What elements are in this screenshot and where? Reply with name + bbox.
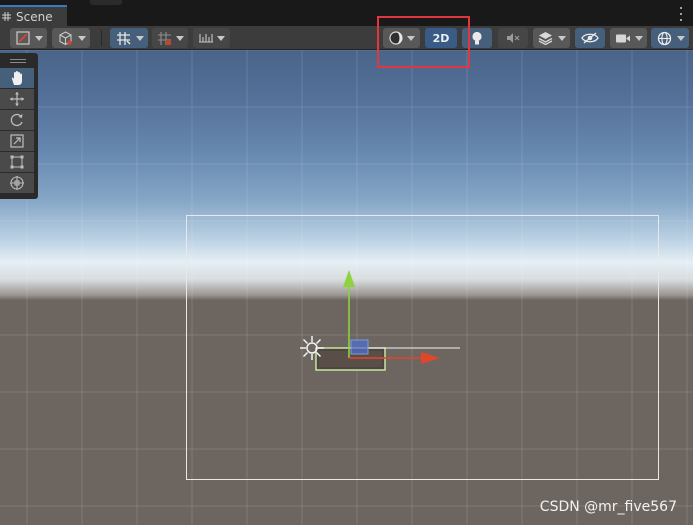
speaker-muted-icon — [507, 33, 520, 43]
ruler-icon — [198, 34, 213, 43]
cube-icon — [58, 30, 72, 45]
grid-snap-icon — [116, 31, 130, 45]
rotate-tool[interactable] — [0, 110, 34, 130]
layers-icon — [538, 32, 553, 45]
rotate-icon — [10, 113, 23, 127]
lightbulb-icon — [472, 31, 482, 44]
shading-dropdown-icon[interactable] — [405, 28, 417, 48]
scene-viewport[interactable]: CSDN @mr_five567 — [0, 50, 693, 525]
audio-toggle-button[interactable] — [498, 28, 528, 48]
watermark-text: CSDN @mr_five567 — [539, 499, 677, 515]
tools-overlay — [0, 53, 38, 199]
move-tool[interactable] — [0, 89, 34, 109]
move-arrows-icon — [10, 92, 24, 106]
snap-icon — [157, 31, 171, 45]
draw-mode-icon — [15, 31, 30, 45]
draw-mode-dropdown-icon[interactable] — [33, 28, 45, 48]
toolbar-divider — [101, 30, 102, 46]
rect-icon — [10, 155, 24, 169]
hand-icon — [11, 71, 22, 85]
eye-crossed-icon — [581, 32, 599, 44]
scale-icon — [10, 134, 24, 148]
globe-icon — [657, 31, 671, 45]
hand-tool[interactable] — [0, 68, 34, 88]
transform-gizmo[interactable] — [0, 50, 693, 525]
render-pipeline-dropdown-icon[interactable] — [76, 28, 88, 48]
2d-mode-button[interactable]: 2D — [425, 28, 457, 48]
tools-grip-handle[interactable] — [0, 55, 36, 67]
camera-icon — [615, 34, 630, 42]
snap-dropdown-icon[interactable] — [174, 28, 186, 48]
gizmos-dropdown-icon[interactable] — [675, 28, 687, 48]
ruler-dropdown-icon[interactable] — [215, 28, 227, 48]
rect-tool[interactable] — [0, 152, 34, 172]
light-gizmo-icon — [300, 336, 324, 360]
window-menu-icon[interactable] — [679, 7, 683, 21]
tab-scene[interactable]: Scene — [0, 5, 67, 26]
visibility-button[interactable] — [575, 28, 605, 48]
unity-scene-window: Scene 2D CSDN @mr_five567 — [0, 0, 693, 525]
tab-label: Scene — [16, 9, 53, 24]
scene-grid-icon — [2, 12, 11, 21]
scale-tool[interactable] — [0, 131, 34, 151]
transform-tool[interactable] — [0, 173, 34, 193]
effects-dropdown-icon[interactable] — [556, 28, 568, 48]
scene-toolbar: 2D — [0, 26, 693, 50]
lighting-toggle-button[interactable] — [462, 28, 492, 48]
shading-sphere-icon — [388, 31, 403, 45]
grid-dropdown-icon[interactable] — [134, 28, 146, 48]
transform-icon — [10, 176, 24, 190]
camera-dropdown-icon[interactable] — [633, 28, 645, 48]
2d-mode-label: 2D — [432, 31, 450, 45]
tab-strip-stub — [90, 0, 122, 5]
tab-strip: Scene — [0, 0, 693, 26]
